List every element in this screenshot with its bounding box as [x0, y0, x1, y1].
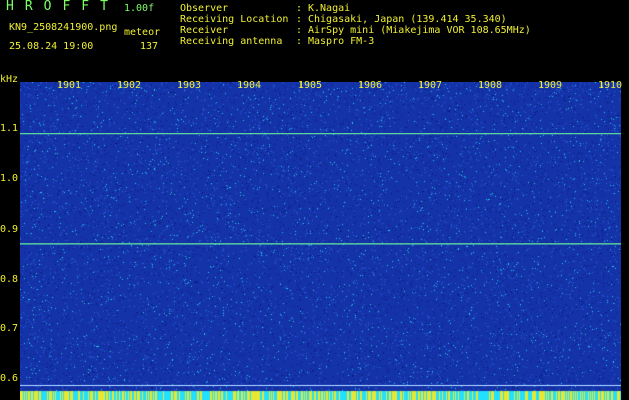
y-tick-label: 0.6: [0, 373, 19, 384]
meta-colon: :: [296, 3, 303, 14]
y-tick-label: 0.9: [0, 224, 19, 235]
receiver-value: AirSpy mini (Miakejima VOR 108.65MHz): [308, 25, 531, 36]
filename-label: KN9_2508241900.png: [9, 22, 118, 33]
app-title: HROFFT: [6, 0, 119, 14]
spectrogram-overlay: [20, 82, 621, 387]
y-tick-label: 1.0: [0, 173, 19, 184]
spectrogram-plot[interactable]: [20, 82, 621, 400]
location-label: Receiving Location: [180, 14, 289, 25]
x-tick-label: 1907: [418, 80, 443, 91]
x-tick-label: 1905: [298, 80, 323, 91]
y-tick-label: 0.7: [0, 323, 19, 334]
x-tick-label: 1902: [117, 80, 142, 91]
meta-values: K.Nagai Chigasaki, Japan (139.414 35.340…: [308, 3, 531, 47]
location-value: Chigasaki, Japan (139.414 35.340): [308, 14, 507, 25]
meteor-count: 137: [140, 41, 159, 52]
y-tick-label: 0.8: [0, 274, 19, 285]
x-tick-label: 1906: [358, 80, 383, 91]
antenna-label: Receiving antenna: [180, 36, 283, 47]
receiver-label: Receiver: [180, 25, 229, 36]
y-tick-label: 1.1: [0, 123, 19, 134]
x-tick-label: 1901: [57, 80, 82, 91]
meteor-label: meteor: [124, 27, 161, 38]
meta-colon: :: [296, 14, 303, 25]
meta-labels: Observer Receiving Location Receiver Rec…: [180, 3, 288, 47]
observer-label: Observer: [180, 3, 229, 14]
x-tick-label: 1903: [177, 80, 202, 91]
observer-value: K.Nagai: [308, 3, 351, 14]
y-axis-unit: kHz: [0, 74, 19, 85]
meta-colon: :: [296, 25, 303, 36]
x-tick-label: 1910: [598, 80, 623, 91]
x-tick-label: 1904: [237, 80, 262, 91]
antenna-value: Maspro FM-3: [308, 36, 375, 47]
x-tick-label: 1908: [478, 80, 503, 91]
version-label: 1.00f: [124, 3, 155, 14]
meta-colons: : : : :: [296, 3, 302, 47]
datetime-label: 25.08.24 19:00: [9, 41, 94, 52]
x-tick-label: 1909: [538, 80, 563, 91]
meta-colon: :: [296, 36, 303, 47]
